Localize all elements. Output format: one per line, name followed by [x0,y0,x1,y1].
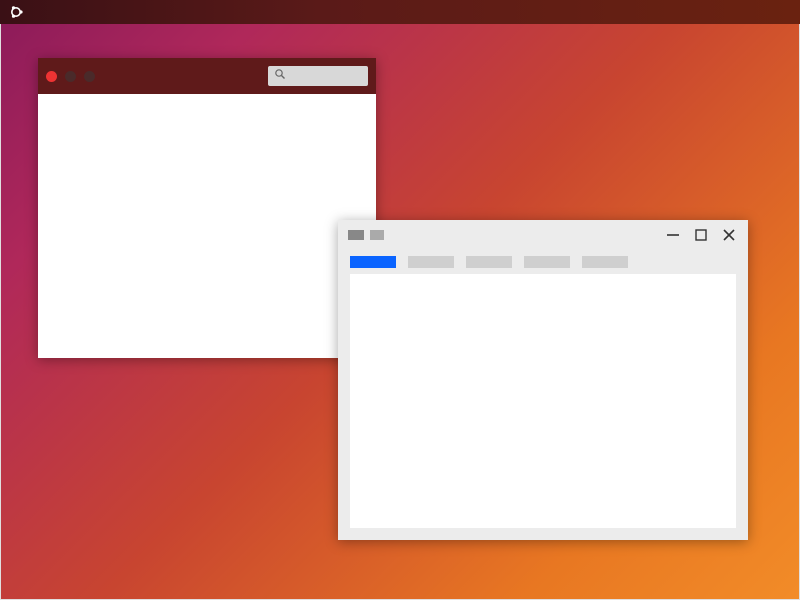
ubuntu-window-titlebar[interactable] [38,58,376,94]
top-menubar [0,0,800,24]
search-icon [274,67,286,85]
title-word-icon [348,230,364,240]
title-placeholder [348,230,384,240]
desktop [0,0,800,600]
light-window-titlebar[interactable] [338,220,748,250]
ubuntu-logo-icon[interactable] [8,4,24,20]
tab-3[interactable] [466,256,512,268]
tab-strip [338,250,748,274]
minimize-button[interactable] [65,71,76,82]
tab-4[interactable] [524,256,570,268]
light-window-content [350,274,736,528]
ubuntu-window-content [38,94,376,358]
tab-1[interactable] [350,256,396,268]
close-button[interactable] [46,71,57,82]
close-button[interactable] [720,226,738,244]
ubuntu-window [38,58,376,358]
search-input[interactable] [290,71,360,82]
title-word-icon [370,230,384,240]
maximize-button[interactable] [84,71,95,82]
window-controls-group [664,226,738,244]
minimize-button[interactable] [664,226,682,244]
search-box[interactable] [268,66,368,86]
maximize-button[interactable] [692,226,710,244]
light-window [338,220,748,540]
tab-2[interactable] [408,256,454,268]
tab-5[interactable] [582,256,628,268]
window-controls-group [46,71,95,82]
